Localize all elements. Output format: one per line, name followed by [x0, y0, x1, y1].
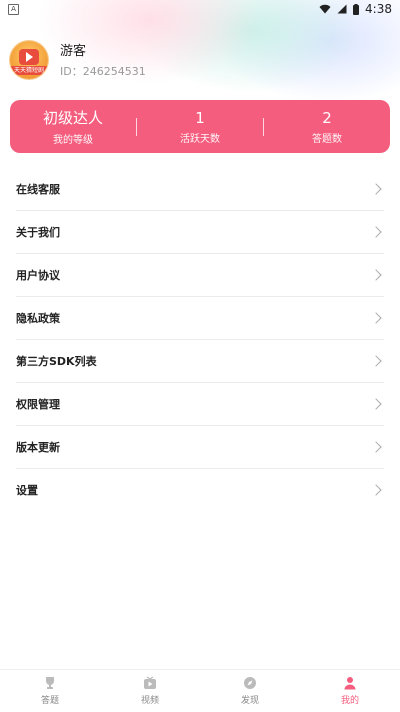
menu-item-sdk-list[interactable]: 第三方SDK列表 [16, 340, 384, 383]
user-profile[interactable]: 天天猜短剧 游客 ID：246254531 [10, 40, 146, 79]
avatar-logo-text: 天天猜短剧 [10, 65, 48, 75]
play-icon [19, 48, 39, 65]
chevron-right-icon [370, 226, 382, 238]
menu-item-settings[interactable]: 设置 [16, 469, 384, 511]
menu-item-label: 权限管理 [16, 398, 60, 411]
tab-label: 我的 [340, 696, 359, 706]
user-name: 游客 [60, 44, 87, 59]
video-icon [144, 676, 156, 689]
chevron-right-icon [370, 441, 382, 453]
stats-card: 初级达人 我的等级 1 活跃天数 2 答题数 [10, 100, 390, 153]
menu-item-label: 隐私政策 [16, 312, 60, 325]
tab-label: 视频 [140, 696, 159, 706]
clock: 4:38 [365, 2, 392, 16]
menu-item-permissions[interactable]: 权限管理 [16, 383, 384, 426]
menu-item-label: 用户协议 [16, 269, 60, 282]
chevron-right-icon [370, 398, 382, 410]
notification-icon: A [8, 3, 19, 15]
chevron-right-icon [370, 183, 382, 195]
tab-mine[interactable]: 我的 [300, 670, 400, 712]
tab-label: 答题 [40, 696, 59, 706]
tab-video[interactable]: 视频 [100, 670, 200, 712]
chevron-right-icon [370, 312, 382, 324]
compass-icon [244, 677, 256, 689]
tab-label: 发现 [240, 696, 259, 706]
user-id: ID：246254531 [60, 65, 146, 78]
menu-item-label: 设置 [16, 484, 38, 497]
stat-label: 我的等级 [53, 135, 93, 146]
signal-icon [337, 4, 347, 14]
stat-label: 活跃天数 [180, 133, 220, 145]
stat-value: 1 [195, 108, 205, 127]
settings-menu: 在线客服 关于我们 用户协议 隐私政策 第三方SDK列表 权限管理 版本更新 设… [16, 168, 384, 511]
status-bar: A 4:38 [0, 0, 400, 18]
menu-item-label: 在线客服 [16, 183, 60, 196]
avatar[interactable]: 天天猜短剧 [10, 40, 48, 79]
menu-item-label: 版本更新 [16, 441, 60, 454]
stat-answers[interactable]: 2 答题数 [264, 109, 390, 145]
stat-level[interactable]: 初级达人 我的等级 [10, 107, 136, 146]
menu-item-customer-service[interactable]: 在线客服 [16, 168, 384, 211]
person-icon [344, 677, 356, 690]
tab-answer[interactable]: 答题 [0, 670, 100, 712]
tab-discover[interactable]: 发现 [200, 670, 300, 712]
stat-label: 答题数 [312, 133, 342, 145]
battery-icon [353, 3, 360, 15]
menu-item-about-us[interactable]: 关于我们 [16, 211, 384, 254]
stat-value: 2 [322, 108, 332, 127]
stat-value: 初级达人 [42, 109, 103, 127]
menu-item-label: 第三方SDK列表 [16, 355, 97, 368]
menu-item-user-agreement[interactable]: 用户协议 [16, 254, 384, 297]
chevron-right-icon [370, 355, 382, 367]
chevron-right-icon [370, 269, 382, 281]
bottom-tab-bar: 答题 视频 发现 我的 [0, 669, 400, 712]
menu-item-label: 关于我们 [16, 226, 60, 239]
trophy-icon [46, 677, 54, 689]
menu-item-version-update[interactable]: 版本更新 [16, 426, 384, 469]
menu-item-privacy-policy[interactable]: 隐私政策 [16, 297, 384, 340]
stat-active-days[interactable]: 1 活跃天数 [137, 109, 263, 145]
wifi-icon [319, 4, 331, 14]
chevron-right-icon [370, 484, 382, 496]
